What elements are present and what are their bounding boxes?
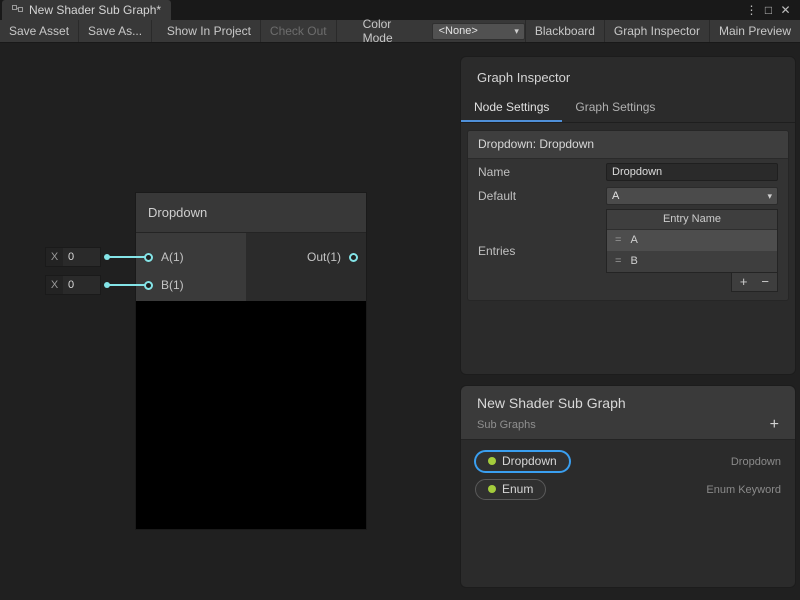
color-mode-value: <None> — [439, 25, 478, 37]
default-dropdown[interactable]: A ▾ — [606, 187, 778, 205]
name-input[interactable] — [606, 163, 778, 181]
blackboard-item-enum[interactable]: Enum — [475, 479, 546, 500]
blackboard-item-label: Dropdown — [502, 454, 557, 468]
property-dot-icon — [488, 485, 496, 493]
toolbar-right-group: Blackboard Graph Inspector Main Preview — [525, 20, 800, 42]
close-icon[interactable]: ✕ — [777, 0, 794, 20]
graph-toolbar: Save Asset Save As... Show In Project Ch… — [0, 20, 800, 43]
main-preview-toggle-button[interactable]: Main Preview — [709, 20, 800, 42]
color-mode-label: Color Mode — [337, 20, 432, 42]
entries-label: Entries — [478, 244, 606, 258]
node-port-area: A(1) B(1) Out(1) — [136, 233, 366, 301]
port-out-label: Out(1) — [307, 250, 341, 264]
blackboard-title: New Shader Sub Graph — [477, 395, 779, 411]
shader-graph-icon — [12, 3, 23, 17]
port-row-a: A(1) — [136, 243, 246, 271]
property-dot-icon — [488, 457, 496, 465]
node-input-column: A(1) B(1) — [136, 233, 246, 301]
port-row-b: B(1) — [136, 271, 246, 299]
blackboard-row-enum: Enum Enum Keyword — [475, 479, 781, 500]
node-title: Dropdown — [148, 205, 207, 220]
blackboard-item-type: Dropdown — [731, 456, 781, 468]
blackboard-item-dropdown[interactable]: Dropdown — [475, 451, 570, 472]
chevron-down-icon: ▾ — [514, 26, 519, 37]
edge-a[interactable] — [108, 256, 145, 258]
slot-b-axis-label: X — [46, 276, 63, 294]
slot-a-value-field[interactable] — [63, 248, 100, 266]
port-row-out: Out(1) — [307, 243, 358, 271]
chevron-down-icon: ▾ — [767, 191, 772, 202]
default-dropdown-value: A — [612, 190, 619, 202]
color-mode-dropdown[interactable]: <None> ▾ — [432, 23, 525, 40]
document-tab[interactable]: New Shader Sub Graph* — [2, 0, 171, 20]
entry-row-b[interactable]: = B — [607, 251, 777, 272]
name-label: Name — [478, 165, 606, 179]
slot-b-value-widget: X — [45, 275, 101, 295]
entries-list-container: Entry Name = A = B — [606, 209, 778, 273]
entries-list-footer: + − — [606, 273, 778, 292]
node-settings-content: Dropdown: Dropdown Name Default A ▾ Entr… — [467, 130, 789, 301]
port-out-connector-icon[interactable] — [349, 253, 358, 262]
inspector-tabs: Node Settings Graph Settings — [461, 95, 795, 123]
tab-node-settings[interactable]: Node Settings — [461, 95, 562, 122]
blackboard-toggle-button[interactable]: Blackboard — [525, 20, 604, 42]
entries-field-row: Entries Entry Name = A = B — [468, 207, 788, 300]
save-as-button[interactable]: Save As... — [79, 20, 152, 42]
port-b-label: B(1) — [161, 278, 184, 292]
remove-entry-button[interactable]: − — [761, 274, 769, 289]
dropdown-node[interactable]: Dropdown A(1) B(1) Out(1) — [135, 192, 367, 530]
default-field-row: Default A ▾ — [468, 183, 788, 207]
blackboard-item-list: Dropdown Dropdown Enum Enum Keyword — [461, 440, 795, 511]
blackboard-subtitle-row: Sub Graphs + — [477, 418, 779, 432]
node-preview — [136, 301, 366, 529]
drag-handle-icon[interactable]: = — [615, 255, 621, 267]
blackboard-item-label: Enum — [502, 482, 533, 496]
maximize-icon[interactable]: □ — [760, 0, 777, 20]
graph-inspector-toggle-button[interactable]: Graph Inspector — [604, 20, 709, 42]
blackboard-row-dropdown: Dropdown Dropdown — [475, 451, 781, 472]
document-tab-title: New Shader Sub Graph* — [29, 3, 161, 17]
add-property-button[interactable]: + — [770, 418, 779, 432]
blackboard-panel: New Shader Sub Graph Sub Graphs + Dropdo… — [460, 385, 796, 588]
blackboard-header: New Shader Sub Graph Sub Graphs + — [461, 386, 795, 440]
tab-graph-settings[interactable]: Graph Settings — [562, 95, 668, 122]
save-asset-button[interactable]: Save Asset — [0, 20, 79, 42]
add-entry-button[interactable]: + — [740, 274, 748, 289]
entries-footer-buttons: + − — [731, 273, 778, 292]
entry-name: B — [630, 255, 637, 267]
port-b-connector-icon[interactable] — [144, 281, 153, 290]
entries-list: Entry Name = A = B + − — [606, 209, 778, 292]
shader-graph-window: New Shader Sub Graph* ⋮ □ ✕ Save Asset S… — [0, 0, 800, 600]
window-controls: ⋮ □ ✕ — [743, 0, 800, 20]
blackboard-item-type: Enum Keyword — [706, 484, 781, 496]
slot-a-axis-label: X — [46, 248, 63, 266]
graph-inspector-title: Graph Inspector — [461, 57, 795, 95]
window-menu-icon[interactable]: ⋮ — [743, 0, 760, 20]
node-header[interactable]: Dropdown — [136, 193, 366, 233]
slot-b-value-field[interactable] — [63, 276, 100, 294]
graph-inspector-panel: Graph Inspector Node Settings Graph Sett… — [460, 56, 796, 375]
node-settings-section-title: Dropdown: Dropdown — [468, 131, 788, 159]
check-out-button: Check Out — [261, 20, 337, 42]
default-label: Default — [478, 189, 606, 203]
entries-list-header: Entry Name — [607, 210, 777, 230]
name-field-row: Name — [468, 159, 788, 183]
entry-name: A — [630, 234, 637, 246]
drag-handle-icon[interactable]: = — [615, 234, 621, 246]
entry-row-a[interactable]: = A — [607, 230, 777, 251]
port-a-label: A(1) — [161, 250, 184, 264]
blackboard-subtitle: Sub Graphs — [477, 419, 536, 431]
edge-b[interactable] — [108, 284, 145, 286]
slot-a-value-widget: X — [45, 247, 101, 267]
show-in-project-button[interactable]: Show In Project — [158, 20, 261, 42]
port-a-connector-icon[interactable] — [144, 253, 153, 262]
